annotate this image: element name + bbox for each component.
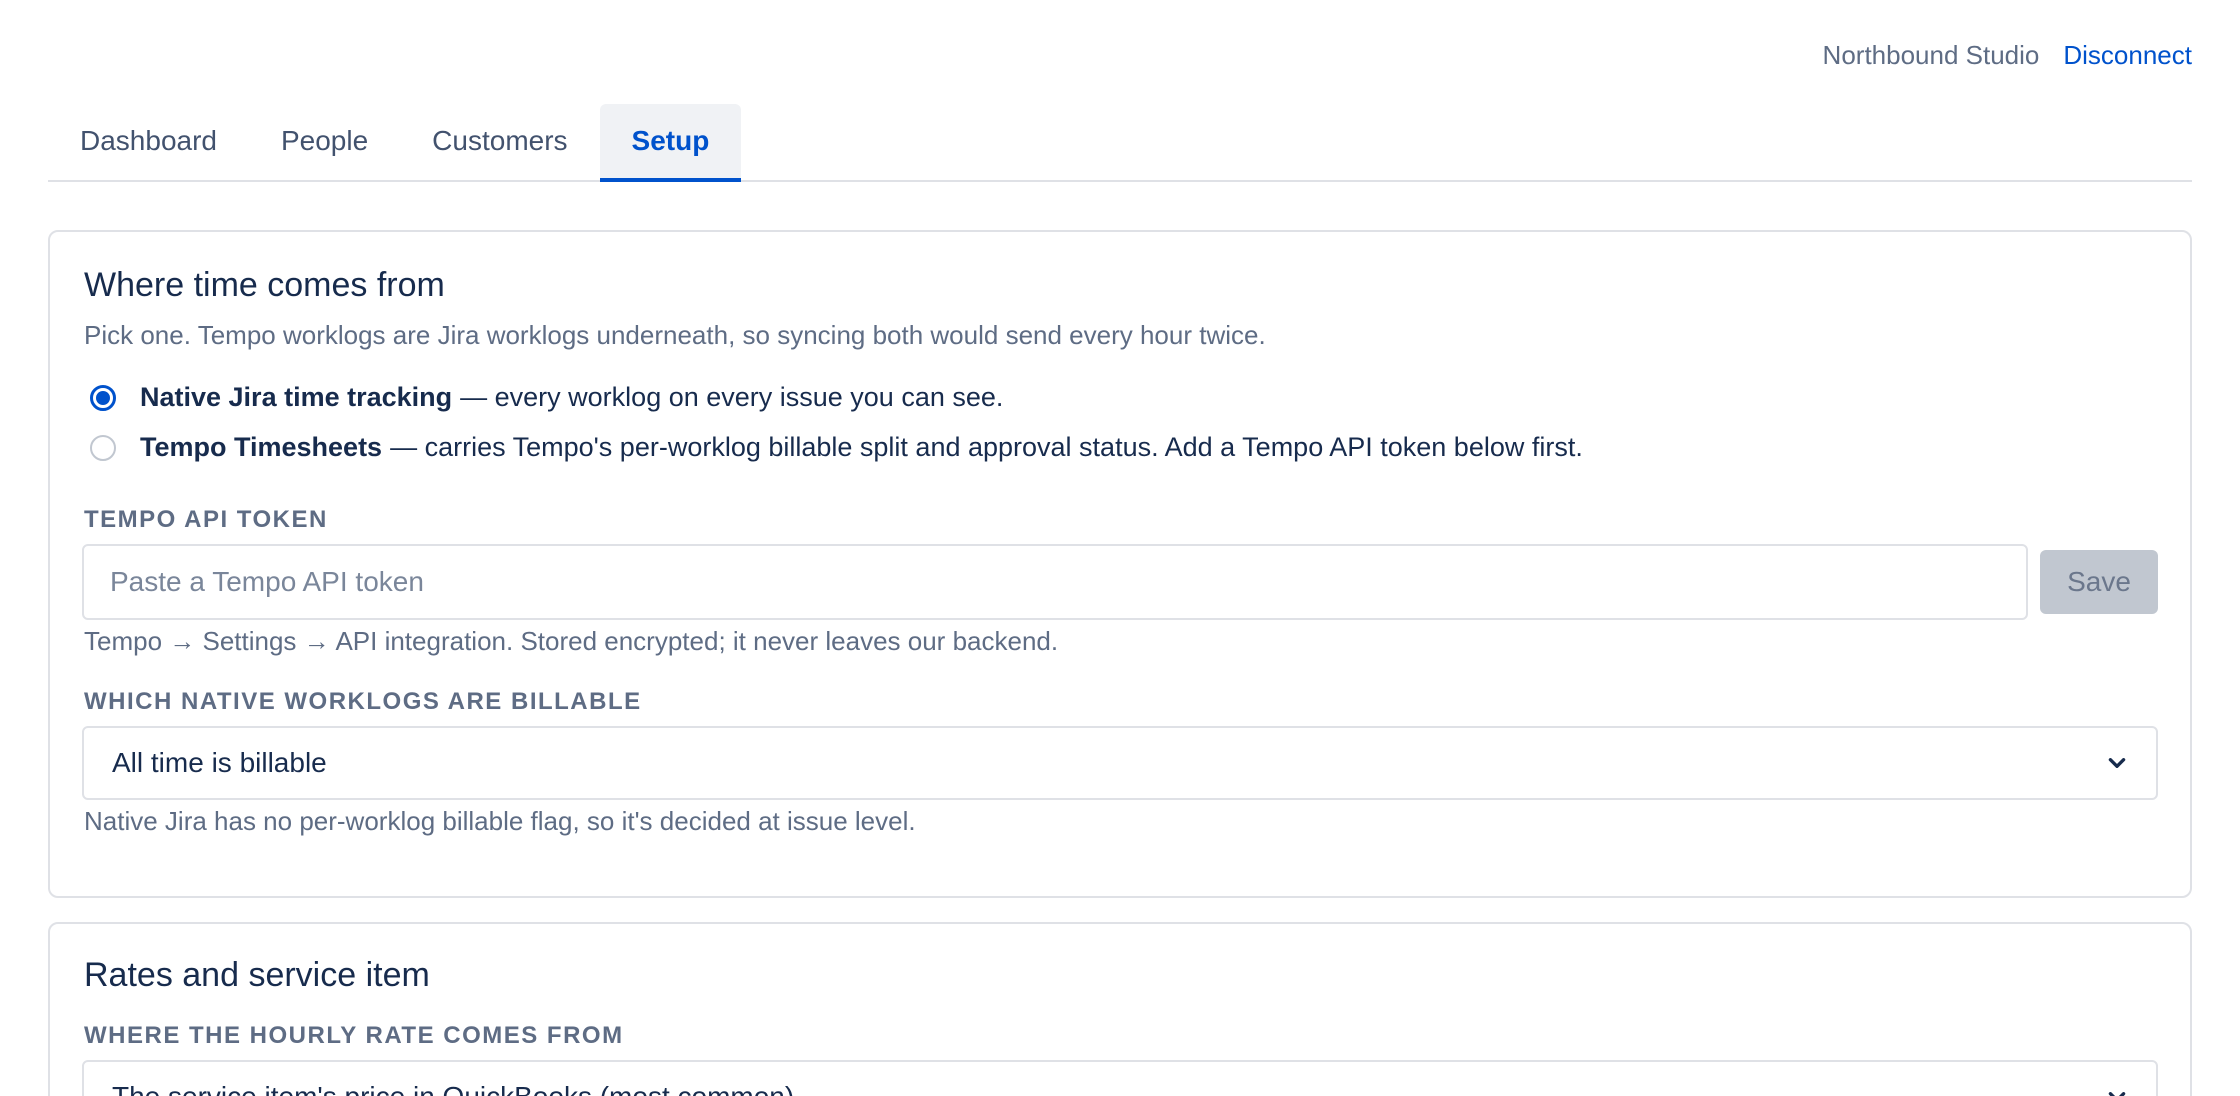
tempo-token-label: TEMPO API TOKEN — [84, 506, 328, 533]
tempo-detail: — carries Tempo's per-worklog billable s… — [390, 432, 1583, 462]
tab-dashboard[interactable]: Dashboard — [48, 104, 249, 182]
tab-bar: Dashboard People Customers Setup — [48, 104, 2192, 182]
tempo-label: Tempo Timesheets — [140, 432, 383, 462]
rates-card: Rates and service item WHERE THE HOURLY … — [48, 922, 2192, 1096]
option-native-jira[interactable]: Native Jira time tracking — every worklo… — [90, 382, 1003, 413]
billable-help: Native Jira has no per-worklog billable … — [84, 806, 916, 836]
rates-title: Rates and service item — [84, 956, 430, 994]
tempo-token-help: Tempo → Settings → API integration. Stor… — [84, 626, 1059, 656]
billable-select[interactable]: All time is billable — [82, 726, 2158, 800]
time-source-description: Pick one. Tempo worklogs are Jira worklo… — [84, 320, 1266, 350]
billable-label: WHICH NATIVE WORKLOGS ARE BILLABLE — [84, 688, 642, 715]
org-name: Northbound Studio — [1822, 40, 2040, 70]
rate-source-select[interactable]: The service item's price in QuickBooks (… — [82, 1060, 2158, 1096]
chevron-down-icon — [2108, 1092, 2126, 1096]
chevron-down-icon — [2108, 758, 2126, 768]
time-source-title: Where time comes from — [84, 266, 445, 304]
account-bar: Northbound Studio Disconnect — [1823, 40, 2192, 71]
tempo-radio[interactable] — [90, 434, 116, 461]
tempo-token-input[interactable] — [82, 544, 2028, 620]
rate-source-label: WHERE THE HOURLY RATE COMES FROM — [84, 1022, 624, 1049]
time-source-card: Where time comes from Pick one. Tempo wo… — [48, 230, 2192, 898]
native-jira-radio[interactable] — [90, 384, 116, 411]
tab-customers[interactable]: Customers — [400, 104, 599, 182]
rate-source-selected-value: The service item's price in QuickBooks (… — [112, 1081, 2106, 1096]
disconnect-link[interactable]: Disconnect — [2063, 40, 2192, 71]
tab-people[interactable]: People — [249, 104, 400, 182]
native-jira-label: Native Jira time tracking — [140, 382, 453, 412]
native-jira-detail: — every worklog on every issue you can s… — [460, 382, 1004, 412]
setup-page: Northbound Studio Disconnect Dashboard P… — [0, 0, 2240, 1096]
tab-setup[interactable]: Setup — [599, 104, 742, 182]
option-tempo[interactable]: Tempo Timesheets — carries Tempo's per-w… — [90, 432, 1583, 463]
billable-selected-value: All time is billable — [112, 747, 327, 778]
save-token-button[interactable]: Save — [2040, 550, 2158, 614]
